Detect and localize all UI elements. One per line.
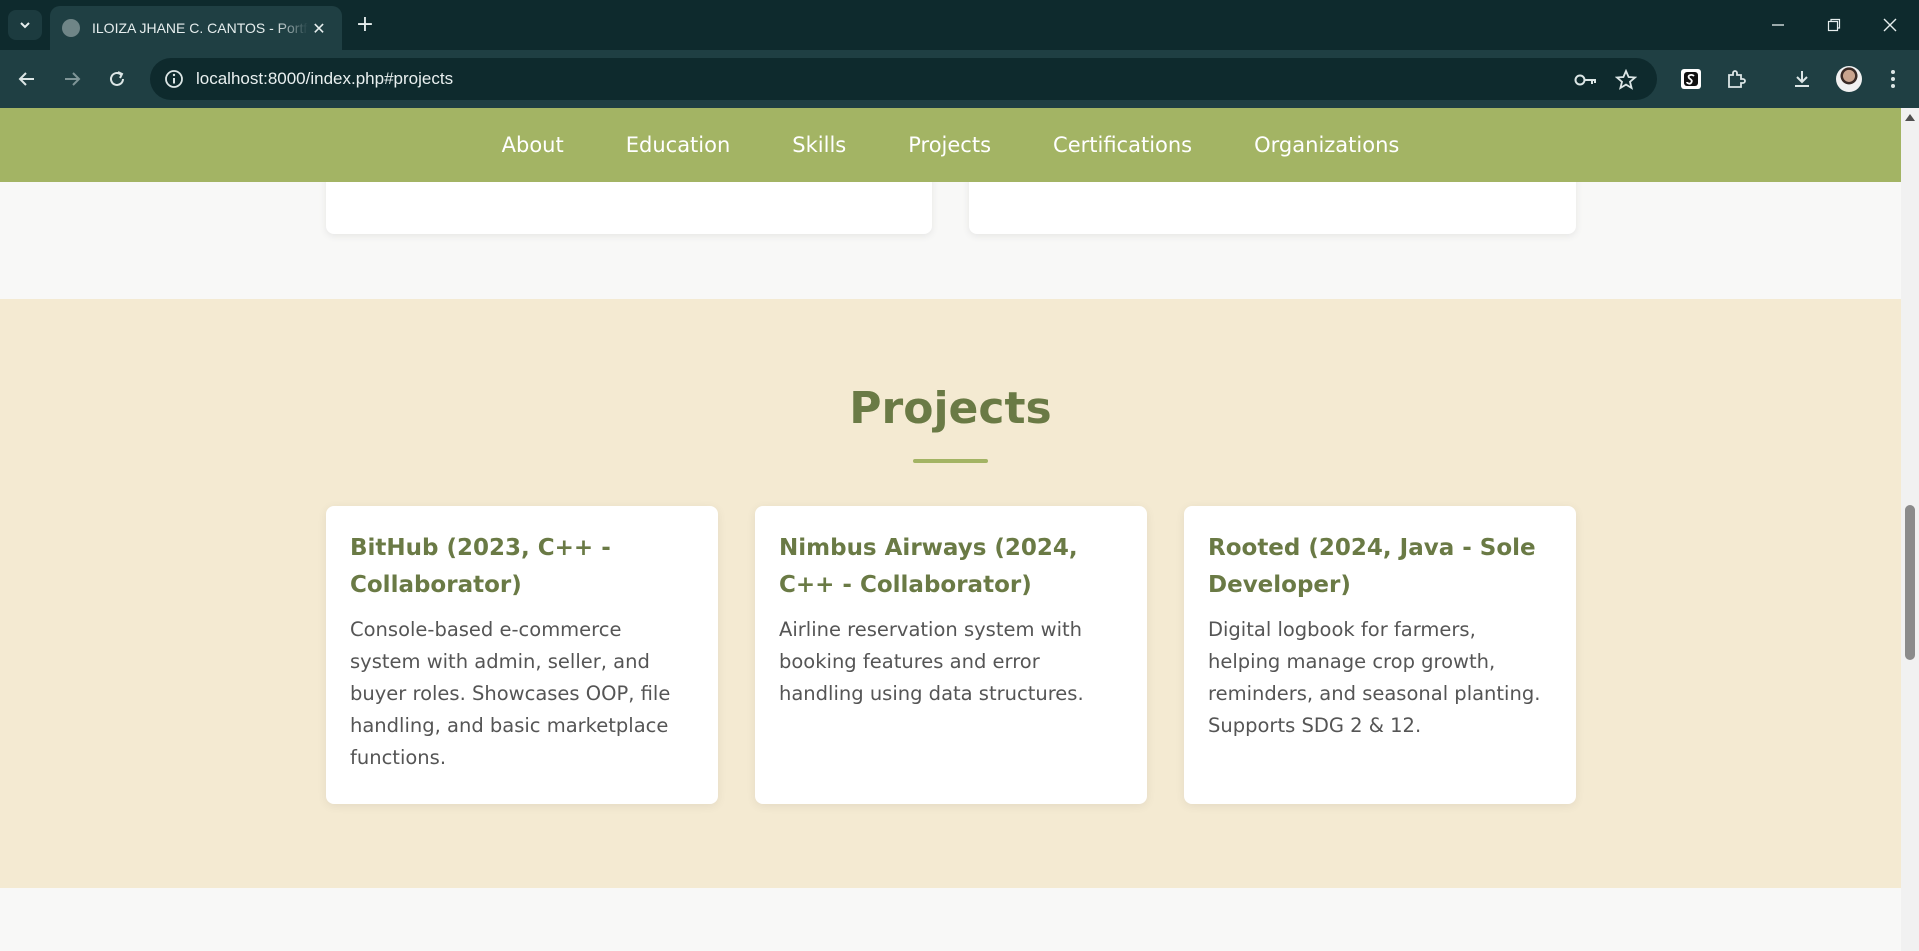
- arrow-right-icon: [65, 72, 81, 86]
- projects-section: Projects BitHub (2023, C++ - Collaborato…: [0, 299, 1901, 888]
- nav-link-skills[interactable]: Skills: [792, 133, 846, 157]
- new-tab-button[interactable]: +: [352, 12, 378, 38]
- browser-toolbar: localhost:8000/index.php#projects: [0, 50, 1919, 108]
- page-scrollbar[interactable]: [1901, 108, 1919, 951]
- restore-button[interactable]: [1806, 0, 1862, 50]
- restore-icon: [1827, 18, 1841, 32]
- scroll-up-arrow-icon[interactable]: [1905, 114, 1915, 121]
- nav-link-organizations[interactable]: Organizations: [1254, 133, 1399, 157]
- tab-title: ILOIZA JHANE C. CANTOS - Portfolio: [92, 20, 308, 36]
- extensions-puzzle-icon[interactable]: [1721, 64, 1751, 94]
- nav-link-about[interactable]: About: [502, 133, 564, 157]
- profile-avatar[interactable]: [1836, 66, 1862, 92]
- project-description: Console-based e-commerce system with adm…: [350, 618, 671, 769]
- project-card: BitHub (2023, C++ - Collaborator) Consol…: [326, 506, 718, 804]
- tab-close-icon[interactable]: ✕: [308, 19, 330, 38]
- downloads-icon[interactable]: [1787, 64, 1817, 94]
- minimize-icon: [1772, 24, 1784, 26]
- nav-link-education[interactable]: Education: [626, 133, 731, 157]
- bookmark-star-icon[interactable]: [1614, 68, 1638, 92]
- title-underline: [913, 459, 988, 463]
- forward-button[interactable]: [57, 64, 87, 94]
- info-icon[interactable]: [164, 69, 184, 89]
- close-icon: [1883, 18, 1897, 32]
- project-card: Rooted (2024, Java - Sole Developer) Dig…: [1184, 506, 1576, 804]
- reload-button[interactable]: [102, 64, 132, 94]
- project-description: Airline reservation system with booking …: [779, 618, 1084, 705]
- section-title: Projects: [849, 383, 1052, 434]
- reload-icon: [110, 71, 124, 86]
- project-description: Digital logbook for farmers, helping man…: [1208, 618, 1541, 737]
- project-title: BitHub (2023, C++ - Collaborator): [350, 535, 611, 598]
- browser-tab-active[interactable]: ILOIZA JHANE C. CANTOS - Portfolio ✕: [50, 6, 342, 50]
- project-title: Nimbus Airways (2024, C++ - Collaborator…: [779, 535, 1078, 598]
- back-button[interactable]: [12, 64, 42, 94]
- nav-link-projects[interactable]: Projects: [908, 133, 991, 157]
- password-key-icon[interactable]: [1574, 68, 1598, 92]
- tab-search-button[interactable]: [8, 10, 42, 40]
- arrow-left-icon: [18, 72, 34, 86]
- extension-s-icon[interactable]: [1676, 64, 1706, 94]
- chevron-down-icon: [20, 22, 30, 29]
- scrollbar-thumb[interactable]: [1905, 505, 1915, 660]
- address-bar[interactable]: localhost:8000/index.php#projects: [150, 58, 1657, 100]
- site-navbar: About Education Skills Projects Certific…: [0, 108, 1901, 182]
- close-window-button[interactable]: [1862, 0, 1918, 50]
- browser-tab-strip: ILOIZA JHANE C. CANTOS - Portfolio ✕ +: [0, 0, 1919, 50]
- project-card: Nimbus Airways (2024, C++ - Collaborator…: [755, 506, 1147, 804]
- project-title: Rooted (2024, Java - Sole Developer): [1208, 535, 1536, 598]
- url-text[interactable]: localhost:8000/index.php#projects: [196, 69, 453, 89]
- menu-kebab-icon[interactable]: [1878, 64, 1908, 94]
- page-viewport: About Education Skills Projects Certific…: [0, 108, 1901, 951]
- minimize-button[interactable]: [1750, 0, 1806, 50]
- nav-link-certifications[interactable]: Certifications: [1053, 133, 1192, 157]
- globe-icon: [62, 19, 80, 37]
